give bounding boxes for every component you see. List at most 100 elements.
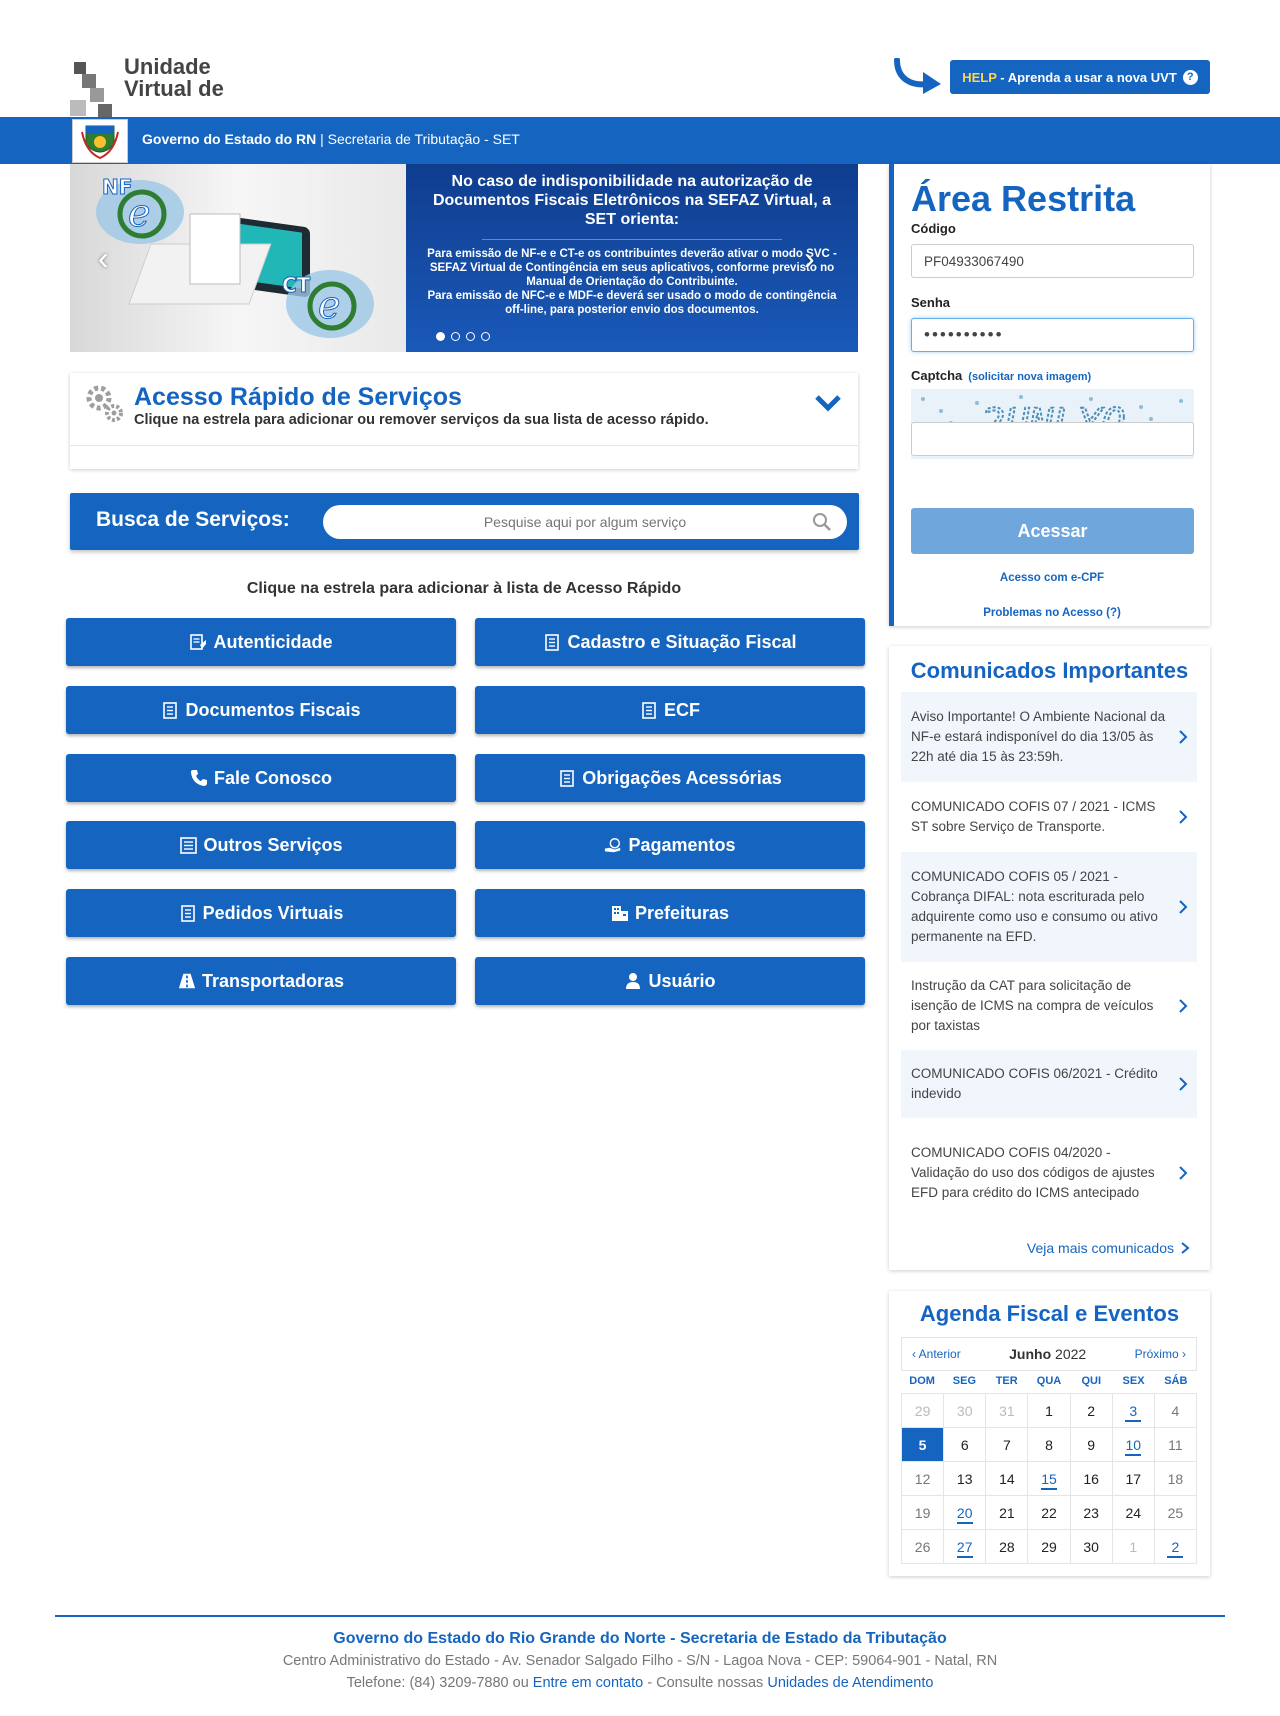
calendar-day[interactable]: 1 — [1112, 1530, 1155, 1564]
calendar-day[interactable]: 21 — [986, 1496, 1029, 1530]
calendar-day[interactable]: 22 — [1028, 1496, 1071, 1530]
units-link[interactable]: Unidades de Atendimento — [767, 1675, 933, 1691]
carousel-next-icon[interactable]: › — [804, 242, 828, 274]
calendar-day[interactable]: 25 — [1154, 1496, 1197, 1530]
calendar-day-event[interactable]: 15 — [1028, 1462, 1071, 1496]
quick-access-panel: Acesso Rápido de Serviços Clique na estr… — [70, 373, 858, 469]
ecpf-link[interactable]: Acesso com e-CPF — [894, 572, 1210, 584]
calendar-day[interactable]: 14 — [986, 1462, 1029, 1496]
calendar-day[interactable]: 12 — [902, 1462, 945, 1496]
chevron-right-icon — [1181, 1242, 1190, 1254]
captcha-field[interactable] — [911, 422, 1194, 456]
calendar-day[interactable]: 30 — [944, 1394, 987, 1428]
calendar-day[interactable]: 29 — [902, 1394, 945, 1428]
calendar-day[interactable]: 8 — [1028, 1428, 1071, 1462]
calendar-day[interactable]: 17 — [1112, 1462, 1155, 1496]
service-button-obrigacoes-acessorias[interactable]: Obrigações Acessórias — [475, 754, 865, 802]
announcement-item[interactable]: Instrução da CAT para solicitação de ise… — [901, 962, 1197, 1050]
calendar-day[interactable]: 30 — [1070, 1530, 1113, 1564]
service-label: Transportadoras — [201, 970, 345, 991]
search-input[interactable] — [323, 505, 847, 539]
carousel-prev-icon[interactable]: ‹ — [98, 242, 122, 274]
hand-coin-icon — [604, 836, 622, 854]
calendar-day-event[interactable]: 27 — [944, 1530, 987, 1564]
more-announcements-link[interactable]: Veja mais comunicados — [1027, 1240, 1190, 1256]
weekday-label: QUI — [1081, 1375, 1102, 1387]
announcement-item[interactable]: Aviso Importante! O Ambiente Nacional da… — [901, 692, 1197, 782]
chevron-down-icon[interactable] — [814, 393, 842, 413]
calendar-day[interactable]: 31 — [986, 1394, 1029, 1428]
calendar-day[interactable]: 23 — [1070, 1496, 1113, 1530]
calendar-day[interactable]: 11 — [1154, 1428, 1197, 1462]
slide-paragraph-1: Para emissão de NF-e e CT-e os contribui… — [427, 248, 837, 288]
chevron-right-icon — [1179, 999, 1188, 1013]
carousel-dot[interactable] — [466, 332, 475, 341]
calendar-day[interactable]: 29 — [1028, 1530, 1071, 1564]
calendar-prev-button[interactable]: ‹ Anterior — [912, 1347, 961, 1361]
uvt-logo[interactable]: Unidade Virtual de — [68, 56, 268, 118]
calendar-day[interactable]: 4 — [1154, 1394, 1197, 1428]
help-word: HELP — [962, 69, 997, 85]
weekday-label: DOM — [909, 1375, 935, 1387]
service-button-ecf[interactable]: ECF — [475, 686, 865, 734]
news-carousel[interactable]: e NF e CT No caso de indisponibilidade n… — [70, 164, 858, 352]
calendar-day[interactable]: 26 — [902, 1530, 945, 1564]
calendar-day[interactable]: 28 — [986, 1530, 1029, 1564]
service-label: Cadastro e Situação Fiscal — [567, 631, 797, 652]
announcement-item[interactable]: COMUNICADO COFIS 04/2020 - Validação do … — [901, 1118, 1197, 1228]
service-button-outros-servicos[interactable]: Outros Serviços — [66, 821, 456, 869]
calendar-day-event[interactable]: 2 — [1154, 1530, 1197, 1564]
calendar-day[interactable]: 9 — [1070, 1428, 1113, 1462]
service-button-autenticidade[interactable]: Autenticidade — [66, 618, 456, 666]
service-button-prefeituras[interactable]: Prefeituras — [475, 889, 865, 937]
calendar-day[interactable]: 6 — [944, 1428, 987, 1462]
calendar-day-event[interactable]: 20 — [944, 1496, 987, 1530]
login-panel: Área Restrita Código Senha Captcha (solic… — [889, 164, 1210, 626]
stamp-icon — [189, 633, 207, 651]
code-field[interactable] — [911, 244, 1194, 278]
service-button-pagamentos[interactable]: Pagamentos — [475, 821, 865, 869]
calendar-day[interactable]: 7 — [986, 1428, 1029, 1462]
carousel-dot[interactable] — [481, 332, 490, 341]
login-button[interactable]: Acessar — [911, 508, 1194, 554]
calendar-day[interactable]: 13 — [944, 1462, 987, 1496]
document-icon — [558, 769, 576, 787]
calendar-day[interactable]: 19 — [902, 1496, 945, 1530]
service-button-pedidos-virtuais[interactable]: Pedidos Virtuais — [66, 889, 456, 937]
announcement-item[interactable]: COMUNICADO COFIS 05 / 2021 - Cobrança DI… — [901, 852, 1197, 962]
government-bar: Governo do Estado do RN | Secretaria de … — [0, 117, 1280, 164]
logo-line-1: Unidade — [124, 54, 211, 79]
chevron-right-icon — [1179, 1166, 1188, 1180]
service-label: Usuário — [648, 970, 716, 991]
service-button-usuario[interactable]: Usuário — [475, 957, 865, 1005]
calendar-day[interactable]: 2 — [1070, 1394, 1113, 1428]
svg-text:CT: CT — [282, 273, 311, 297]
password-field[interactable] — [911, 318, 1194, 352]
contact-link[interactable]: Entre em contato — [533, 1675, 643, 1691]
carousel-dot[interactable] — [436, 332, 445, 341]
calendar-day[interactable]: 5 — [902, 1428, 945, 1462]
service-button-fale-conosco[interactable]: Fale Conosco — [66, 754, 456, 802]
logo-line-2: Virtual de — [124, 76, 224, 101]
calendar-day-event[interactable]: 3 — [1112, 1394, 1155, 1428]
calendar-day[interactable]: 1 — [1028, 1394, 1071, 1428]
footer-phone: Telefone: (84) 3209-7880 ou — [346, 1675, 533, 1691]
logo-text: Unidade Virtual de — [124, 56, 224, 100]
calendar-day[interactable]: 24 — [1112, 1496, 1155, 1530]
service-button-transportadoras[interactable]: Transportadoras — [66, 957, 456, 1005]
calendar-next-button[interactable]: Próximo › — [1135, 1347, 1186, 1361]
new-captcha-link[interactable]: (solicitar nova imagem) — [968, 371, 1091, 383]
announcement-item[interactable]: COMUNICADO COFIS 06/2021 - Crédito indev… — [901, 1050, 1197, 1118]
calendar-day-event[interactable]: 10 — [1112, 1428, 1155, 1462]
calendar-day[interactable]: 18 — [1154, 1462, 1197, 1496]
service-button-cadastro-e-situacao-fiscal[interactable]: Cadastro e Situação Fiscal — [475, 618, 865, 666]
service-button-documentos-fiscais[interactable]: Documentos Fiscais — [66, 686, 456, 734]
problems-link[interactable]: Problemas no Acesso (?) — [894, 607, 1210, 619]
search-icon[interactable] — [812, 512, 832, 532]
secretaria-name: | Secretaria de Tributação - SET — [316, 131, 520, 147]
service-label: Obrigações Acessórias — [582, 767, 782, 788]
carousel-dot[interactable] — [451, 332, 460, 341]
help-button[interactable]: HELP - Aprenda a usar a nova UVT ? — [950, 60, 1210, 94]
announcement-item[interactable]: COMUNICADO COFIS 07 / 2021 - ICMS ST sob… — [901, 782, 1197, 852]
calendar-day[interactable]: 16 — [1070, 1462, 1113, 1496]
